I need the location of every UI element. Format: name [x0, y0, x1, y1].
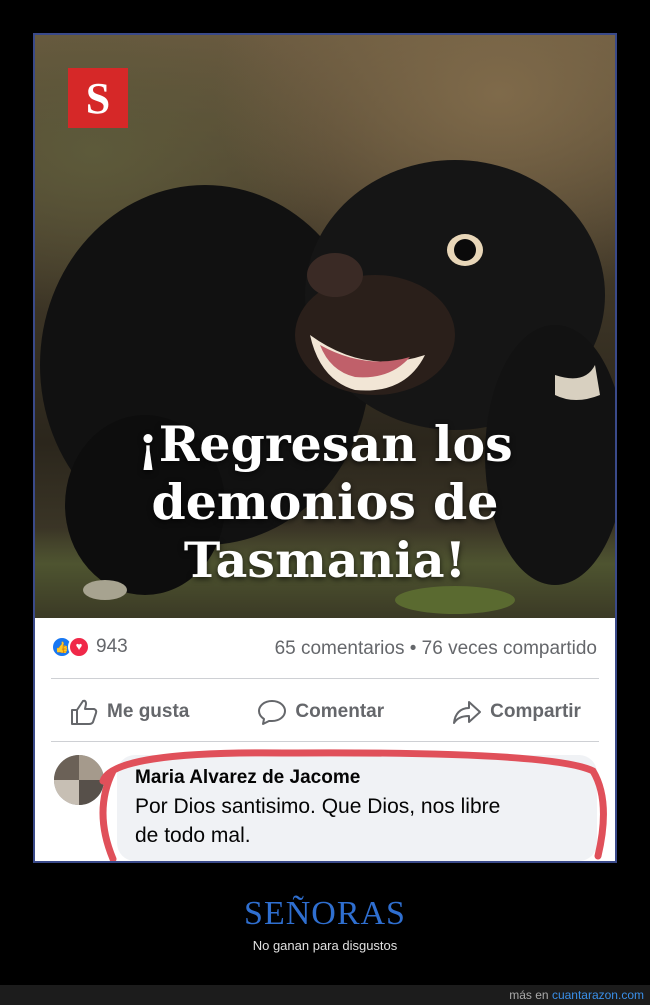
post-card: S ¡Regresan los demonios de Tasmania! 👍 …	[33, 33, 617, 863]
comment-icon	[258, 700, 287, 725]
headline-line-2: demonios de	[151, 473, 499, 531]
headline-line-3: Tasmania!	[183, 531, 467, 589]
headline-line-1: ¡Regresan los	[137, 415, 513, 473]
footer-bar: más en cuantarazon.com	[0, 985, 650, 1005]
comments-shares-count[interactable]: 65 comentarios • 76 veces compartido	[275, 638, 597, 660]
comment-text: Por Dios santisimo. Que Dios, nos libre …	[135, 792, 579, 850]
love-reaction-icon: ♥	[68, 636, 90, 658]
footer-prefix: más en	[509, 988, 549, 1002]
share-label: Compartir	[490, 701, 581, 722]
caption-title: SEÑORAS	[244, 895, 406, 932]
divider-bottom	[51, 741, 599, 742]
comment-author[interactable]: Maria Alvarez de Jacome	[135, 767, 579, 789]
comment-button[interactable]: Comentar	[257, 698, 384, 726]
news-logo[interactable]: S	[68, 68, 128, 128]
divider-top	[51, 678, 599, 679]
like-button[interactable]: Me gusta	[69, 698, 189, 726]
comment-text-line-2: de todo mal.	[135, 824, 251, 847]
reactions-summary[interactable]: 👍 ♥ 943	[51, 636, 128, 658]
share-button[interactable]: Compartir	[452, 698, 581, 726]
footer-site-link[interactable]: cuantarazon.com	[552, 988, 644, 1002]
thumbs-up-icon	[71, 699, 98, 725]
caption-subtitle: No ganan para disgustos	[252, 938, 398, 953]
like-label: Me gusta	[107, 701, 190, 722]
reaction-stats: 👍 ♥ 943 65 comentarios • 76 veces compar…	[35, 628, 615, 668]
share-icon	[453, 701, 482, 724]
comment-item: Maria Alvarez de Jacome Por Dios santisi…	[35, 749, 615, 861]
comment-text-line-1: Por Dios santisimo. Que Dios, nos libre	[135, 795, 501, 818]
comment-label: Comentar	[295, 701, 385, 722]
comment-bubble: Maria Alvarez de Jacome Por Dios santisi…	[117, 755, 597, 861]
avatar[interactable]	[54, 755, 104, 805]
post-image[interactable]: S ¡Regresan los demonios de Tasmania!	[35, 35, 615, 618]
action-bar: Me gusta Comentar Compartir	[35, 690, 615, 734]
reactions-count: 943	[96, 636, 128, 657]
headline: ¡Regresan los demonios de Tasmania!	[35, 415, 615, 589]
